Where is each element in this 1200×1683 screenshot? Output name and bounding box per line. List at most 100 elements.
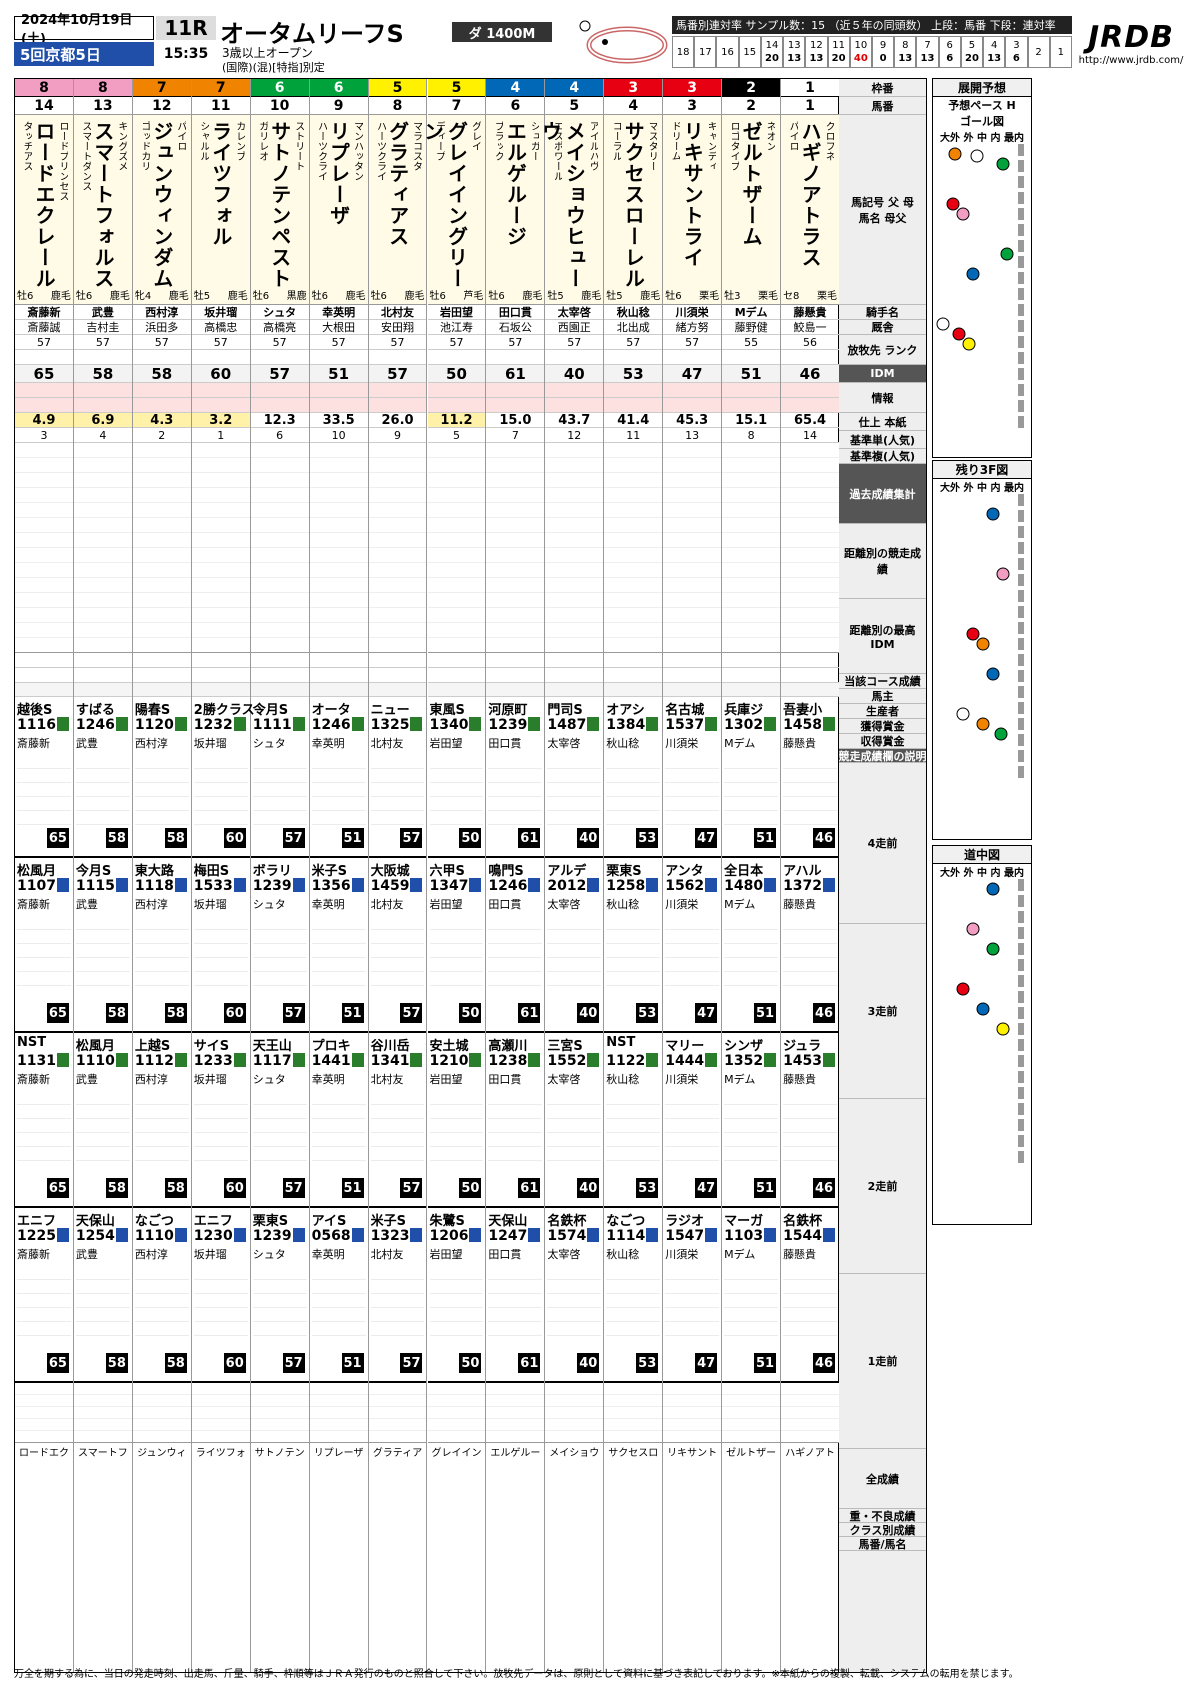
past-race-time: 1114 [606,1228,646,1244]
past-race-time: 1246 [311,717,351,733]
past-race-name: 米子S [370,1214,406,1229]
info-row [663,383,722,398]
past-race-name: アルデ [547,864,587,879]
coat-color: 鹿毛 [640,291,661,302]
past-race-lines [429,916,484,986]
past-idm: 46 [812,828,835,848]
horse-marker [966,267,980,281]
last3f-diagram [956,494,1024,778]
dam-name: キャンディ [705,121,717,171]
horse-column: 7 11 シャルル ライツフォル カレンブ 牡5 鹿毛 坂井瑠 高橋忠 57 60 3.2 1 2勝クラス… [191,79,255,1672]
trainer-name: 大根田 [309,320,368,335]
past-race-jockey: 川須栄 [665,737,699,750]
horse-name-block: ゴッドカリ ジュンウィンダム パイロ 牝4 鹿毛 [132,115,191,305]
compat-number: 6 [946,40,953,51]
compat-rate: 6 [946,53,954,64]
past-race-jockey: 幸英明 [311,1248,345,1261]
past-header [132,683,191,697]
coat-color: 黒鹿 [286,291,307,302]
past-race-name: 今月S [75,864,112,879]
dam-name: キングズメ [115,121,127,171]
past-race-jockey: 藤懸貴 [783,1073,817,1086]
past-race-lines [311,755,366,825]
idm-value: 60 [191,365,250,383]
stats-block [368,443,427,653]
past-race-lines [606,1091,661,1161]
past-race-name: NST [606,1035,636,1050]
midway-title: 道中図 [933,846,1031,864]
past-race-jockey: 田口貫 [488,1248,522,1261]
past-finish-badge [705,878,718,892]
past-finish-badge [351,1053,364,1067]
waku-number: 5 [427,79,486,97]
compat-cell: 66 [938,36,961,68]
past-race-lines [488,916,543,986]
past-race-name: 天保山 [75,1214,115,1229]
dam-name: カレンブ [233,121,245,161]
past-race-time: 1110 [75,1053,115,1069]
info-row [309,383,368,398]
dam-name: ネオン [764,121,776,151]
all-results-block [427,1383,486,1443]
dam-name: シュガー [528,121,540,161]
sex-age: 牡6 [17,291,34,302]
past-race-name: 名鉄杯 [783,1214,823,1229]
past-race-3: 谷川岳 1341 北村友 57 [368,1033,427,1208]
past-race-lines [252,755,307,825]
sire-name: ロゴタイプ [728,121,740,171]
past-race-name: 六甲S [429,864,465,879]
past-race-3: シンザ 1352 Mデム 51 [722,1033,781,1208]
compat-cell: 4 13 [983,36,1006,68]
stats-block [486,443,545,653]
all-results-block [663,1383,722,1443]
weight: 57 [132,335,191,350]
compat-cell: 5 20 [960,36,984,68]
past-race-jockey: 川須栄 [665,1248,699,1261]
past-race-lines [252,1266,307,1336]
idm-value: 57 [250,365,309,383]
compat-number: 15 [743,46,757,58]
sire-name: ガリレオ [256,121,268,161]
past-race-time: 1111 [252,717,292,733]
jockey-name: 坂井瑠 [191,305,250,320]
past-finish-badge [292,878,305,892]
past-race-name: マーガ [724,1214,764,1229]
past-race-4: マーガ 1103 Mデム 51 [722,1208,781,1383]
info-row [191,383,250,398]
coat-color: 鹿毛 [581,291,602,302]
compat-number: 1 [1057,46,1065,58]
past-race-jockey: 斎藤新 [17,1248,50,1261]
idm-value: 61 [486,365,545,383]
odds-value: 4.3 [132,413,191,428]
past-race-name: 大阪城 [370,864,410,879]
ranks-row [15,350,73,365]
jockey-name: Mデム [722,305,781,320]
prize2-row [73,668,132,683]
info-row [73,383,132,398]
past-idm: 61 [518,1178,541,1198]
past-race-time: 1239 [252,878,292,894]
past-race-lines [606,755,661,825]
past-race-1: オータ 1246 幸英明 51 [309,697,368,858]
sex-age: 牡6 [665,291,682,302]
past-race-lines [724,1091,779,1161]
stats-block [191,443,250,653]
horse-column: 6 9 ハーツクライ リプレーザ マンハッタン 牡6 鹿毛 幸英明 大根田 57 51 33.5 10 オ… [309,79,369,1672]
past-finish-badge [351,717,364,731]
compat-cell: 13 13 [783,36,806,68]
past-race-jockey: 北村友 [370,737,404,750]
ranks-row [486,350,545,365]
stats-block [545,443,604,653]
jockey-name: 田口貫 [486,305,545,320]
label-breeder: 生産者 [839,704,926,719]
horse-column: 8 14 タッチアス ロードエクレール ロードプリンセス 牡6 鹿毛 斎藤新 斎藤誠 57 65 4.… [15,79,74,1672]
past-race-lines [370,1266,425,1336]
past-race-time: 1341 [370,1053,410,1069]
prize2-row [427,668,486,683]
idm-value: 58 [132,365,191,383]
past-finish-badge [822,1053,835,1067]
past-header [486,683,545,697]
prize-row [191,653,250,668]
past-race-name: 東大路 [134,864,174,879]
sex-age: 牝4 [134,291,152,302]
